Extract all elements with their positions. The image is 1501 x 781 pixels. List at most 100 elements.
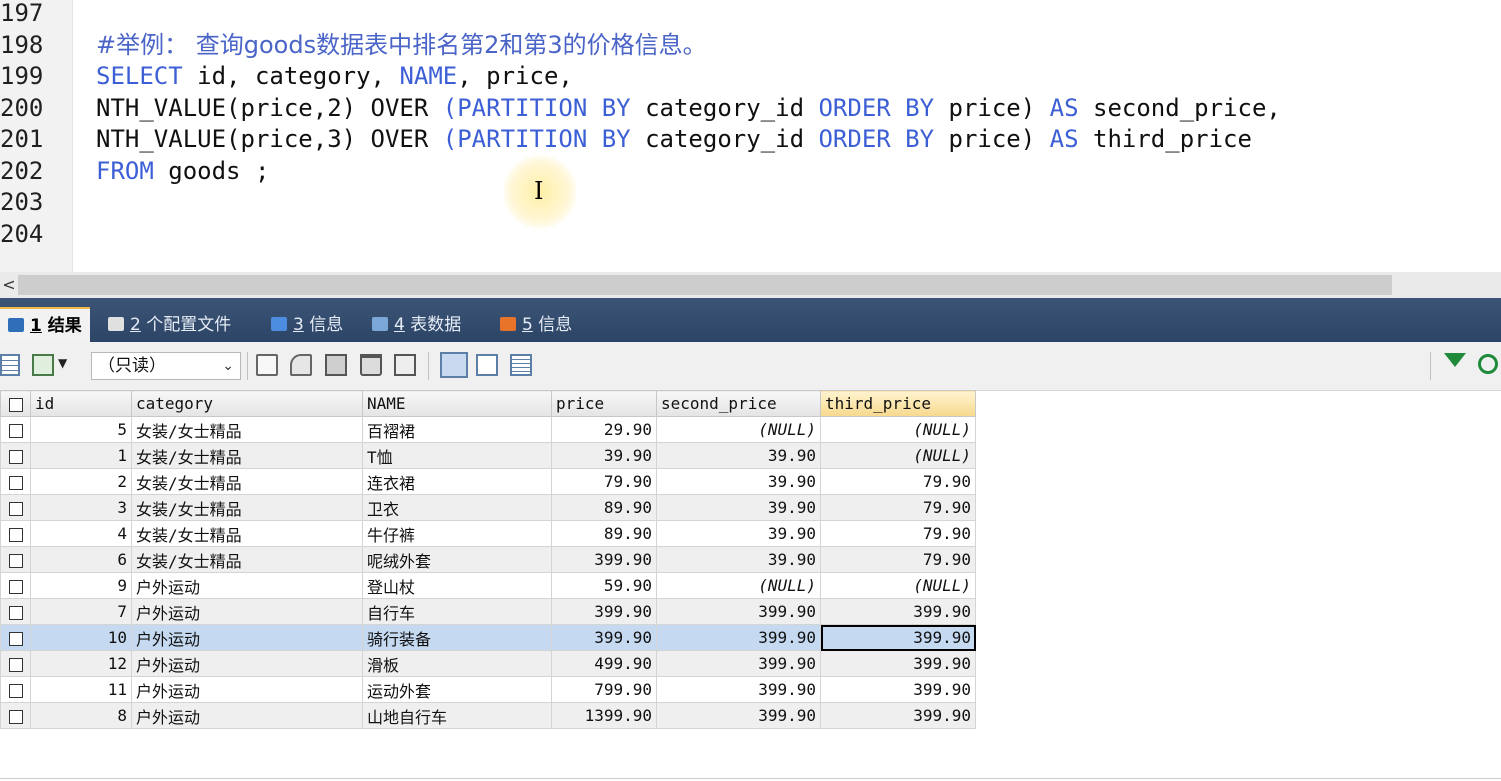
- cell-name[interactable]: 登山杖: [362, 572, 552, 599]
- cell-price[interactable]: 399.90: [551, 624, 657, 651]
- cell-second-price[interactable]: (NULL): [656, 416, 821, 443]
- cell-third-price[interactable]: (NULL): [820, 442, 976, 469]
- cell-name[interactable]: 骑行装备: [362, 624, 552, 651]
- code-line[interactable]: FROM goods ;: [96, 156, 269, 187]
- code-line[interactable]: #举例： 查询goods数据表中排名第2和第3的价格信息。: [96, 30, 707, 61]
- duplicate-row-icon[interactable]: [290, 354, 312, 376]
- cell-third-price[interactable]: 399.90: [820, 624, 976, 651]
- cell-second-price[interactable]: 399.90: [656, 624, 821, 651]
- export-icon[interactable]: [32, 354, 54, 376]
- cell-category[interactable]: 女装/女士精品: [131, 442, 363, 469]
- tab-2[interactable]: 2 个配置文件: [100, 310, 239, 342]
- cell-id[interactable]: 10: [30, 624, 132, 651]
- cell-third-price[interactable]: (NULL): [820, 572, 976, 599]
- table-row[interactable]: 7 户外运动 自行车 399.90 399.90 399.90: [0, 598, 976, 625]
- cell-id[interactable]: 6: [30, 546, 132, 573]
- cell-second-price[interactable]: 39.90: [656, 442, 821, 469]
- cell-second-price[interactable]: 399.90: [656, 650, 821, 677]
- row-checkbox[interactable]: [0, 468, 31, 495]
- cell-category[interactable]: 女装/女士精品: [131, 520, 363, 547]
- cell-second-price[interactable]: 39.90: [656, 494, 821, 521]
- cell-name[interactable]: 山地自行车: [362, 702, 552, 729]
- column-header-third_price[interactable]: third_price: [820, 390, 976, 417]
- cell-name[interactable]: 滑板: [362, 650, 552, 677]
- cell-price[interactable]: 89.90: [551, 520, 657, 547]
- grid-mode-icon[interactable]: [440, 352, 468, 378]
- cell-price[interactable]: 39.90: [551, 442, 657, 469]
- cell-second-price[interactable]: (NULL): [656, 572, 821, 599]
- cell-price[interactable]: 1399.90: [551, 702, 657, 729]
- cell-third-price[interactable]: (NULL): [820, 416, 976, 443]
- editor-horizontal-scrollbar[interactable]: <: [0, 272, 1501, 298]
- cell-id[interactable]: 1: [30, 442, 132, 469]
- cell-price[interactable]: 399.90: [551, 598, 657, 625]
- table-row[interactable]: 2 女装/女士精品 连衣裙 79.90 39.90 79.90: [0, 468, 976, 495]
- row-checkbox[interactable]: [0, 416, 31, 443]
- row-checkbox[interactable]: [0, 598, 31, 625]
- result-grid[interactable]: id category NAME price second_price third_pri…: [0, 390, 976, 729]
- text-mode-icon[interactable]: [510, 354, 532, 376]
- save-icon[interactable]: [325, 354, 347, 376]
- cell-id[interactable]: 9: [30, 572, 132, 599]
- cell-second-price[interactable]: 39.90: [656, 546, 821, 573]
- form-mode-icon[interactable]: [476, 354, 498, 376]
- scroll-left-arrow-icon[interactable]: <: [0, 272, 18, 298]
- column-header-name[interactable]: NAME: [362, 390, 552, 417]
- table-row[interactable]: 3 女装/女士精品 卫衣 89.90 39.90 79.90: [0, 494, 976, 521]
- column-header-second_price[interactable]: second_price: [656, 390, 821, 417]
- cell-second-price[interactable]: 399.90: [656, 702, 821, 729]
- column-header-price[interactable]: price: [551, 390, 657, 417]
- table-row[interactable]: 4 女装/女士精品 牛仔裤 89.90 39.90 79.90: [0, 520, 976, 547]
- cell-price[interactable]: 89.90: [551, 494, 657, 521]
- code-line[interactable]: SELECT id, category, NAME, price,: [96, 61, 573, 92]
- tab-3[interactable]: 3 信息: [263, 310, 351, 342]
- column-header-id[interactable]: id: [30, 390, 132, 417]
- cell-category[interactable]: 户外运动: [131, 624, 363, 651]
- cell-category[interactable]: 户外运动: [131, 676, 363, 703]
- cell-id[interactable]: 12: [30, 650, 132, 677]
- add-row-icon[interactable]: [256, 354, 278, 376]
- cell-second-price[interactable]: 39.90: [656, 520, 821, 547]
- cell-category[interactable]: 女装/女士精品: [131, 468, 363, 495]
- cell-category[interactable]: 女装/女士精品: [131, 546, 363, 573]
- row-checkbox[interactable]: [0, 442, 31, 469]
- table-row[interactable]: 1 女装/女士精品 T恤 39.90 39.90 (NULL): [0, 442, 976, 469]
- cell-price[interactable]: 29.90: [551, 416, 657, 443]
- cell-third-price[interactable]: 79.90: [820, 520, 976, 547]
- cell-category[interactable]: 女装/女士精品: [131, 494, 363, 521]
- cell-id[interactable]: 7: [30, 598, 132, 625]
- cell-id[interactable]: 3: [30, 494, 132, 521]
- table-row[interactable]: 11 户外运动 运动外套 799.90 399.90 399.90: [0, 676, 976, 703]
- cell-id[interactable]: 4: [30, 520, 132, 547]
- scrollbar-thumb[interactable]: [18, 275, 1392, 295]
- cell-name[interactable]: 卫衣: [362, 494, 552, 521]
- cell-second-price[interactable]: 399.90: [656, 598, 821, 625]
- cell-category[interactable]: 户外运动: [131, 572, 363, 599]
- tab-4[interactable]: 4 表数据: [364, 310, 469, 342]
- cell-price[interactable]: 399.90: [551, 546, 657, 573]
- cell-name[interactable]: 百褶裙: [362, 416, 552, 443]
- column-header-category[interactable]: category: [131, 390, 363, 417]
- cell-second-price[interactable]: 39.90: [656, 468, 821, 495]
- cell-price[interactable]: 799.90: [551, 676, 657, 703]
- tab-1[interactable]: 1 结果: [0, 307, 90, 342]
- row-checkbox[interactable]: [0, 676, 31, 703]
- table-row[interactable]: 10 户外运动 骑行装备 399.90 399.90 399.90: [0, 624, 976, 651]
- cell-id[interactable]: 11: [30, 676, 132, 703]
- filter-icon[interactable]: [1444, 353, 1466, 367]
- row-checkbox[interactable]: [0, 702, 31, 729]
- cell-id[interactable]: 2: [30, 468, 132, 495]
- cell-price[interactable]: 79.90: [551, 468, 657, 495]
- cell-category[interactable]: 女装/女士精品: [131, 416, 363, 443]
- cell-second-price[interactable]: 399.90: [656, 676, 821, 703]
- row-checkbox[interactable]: [0, 520, 31, 547]
- row-checkbox[interactable]: [0, 650, 31, 677]
- table-row[interactable]: 8 户外运动 山地自行车 1399.90 399.90 399.90: [0, 702, 976, 729]
- cell-third-price[interactable]: 399.90: [820, 598, 976, 625]
- cell-price[interactable]: 59.90: [551, 572, 657, 599]
- cell-price[interactable]: 499.90: [551, 650, 657, 677]
- cell-third-price[interactable]: 399.90: [820, 702, 976, 729]
- readonly-select[interactable]: （只读） ⌄: [91, 352, 241, 380]
- cell-name[interactable]: 牛仔裤: [362, 520, 552, 547]
- cell-third-price[interactable]: 399.90: [820, 676, 976, 703]
